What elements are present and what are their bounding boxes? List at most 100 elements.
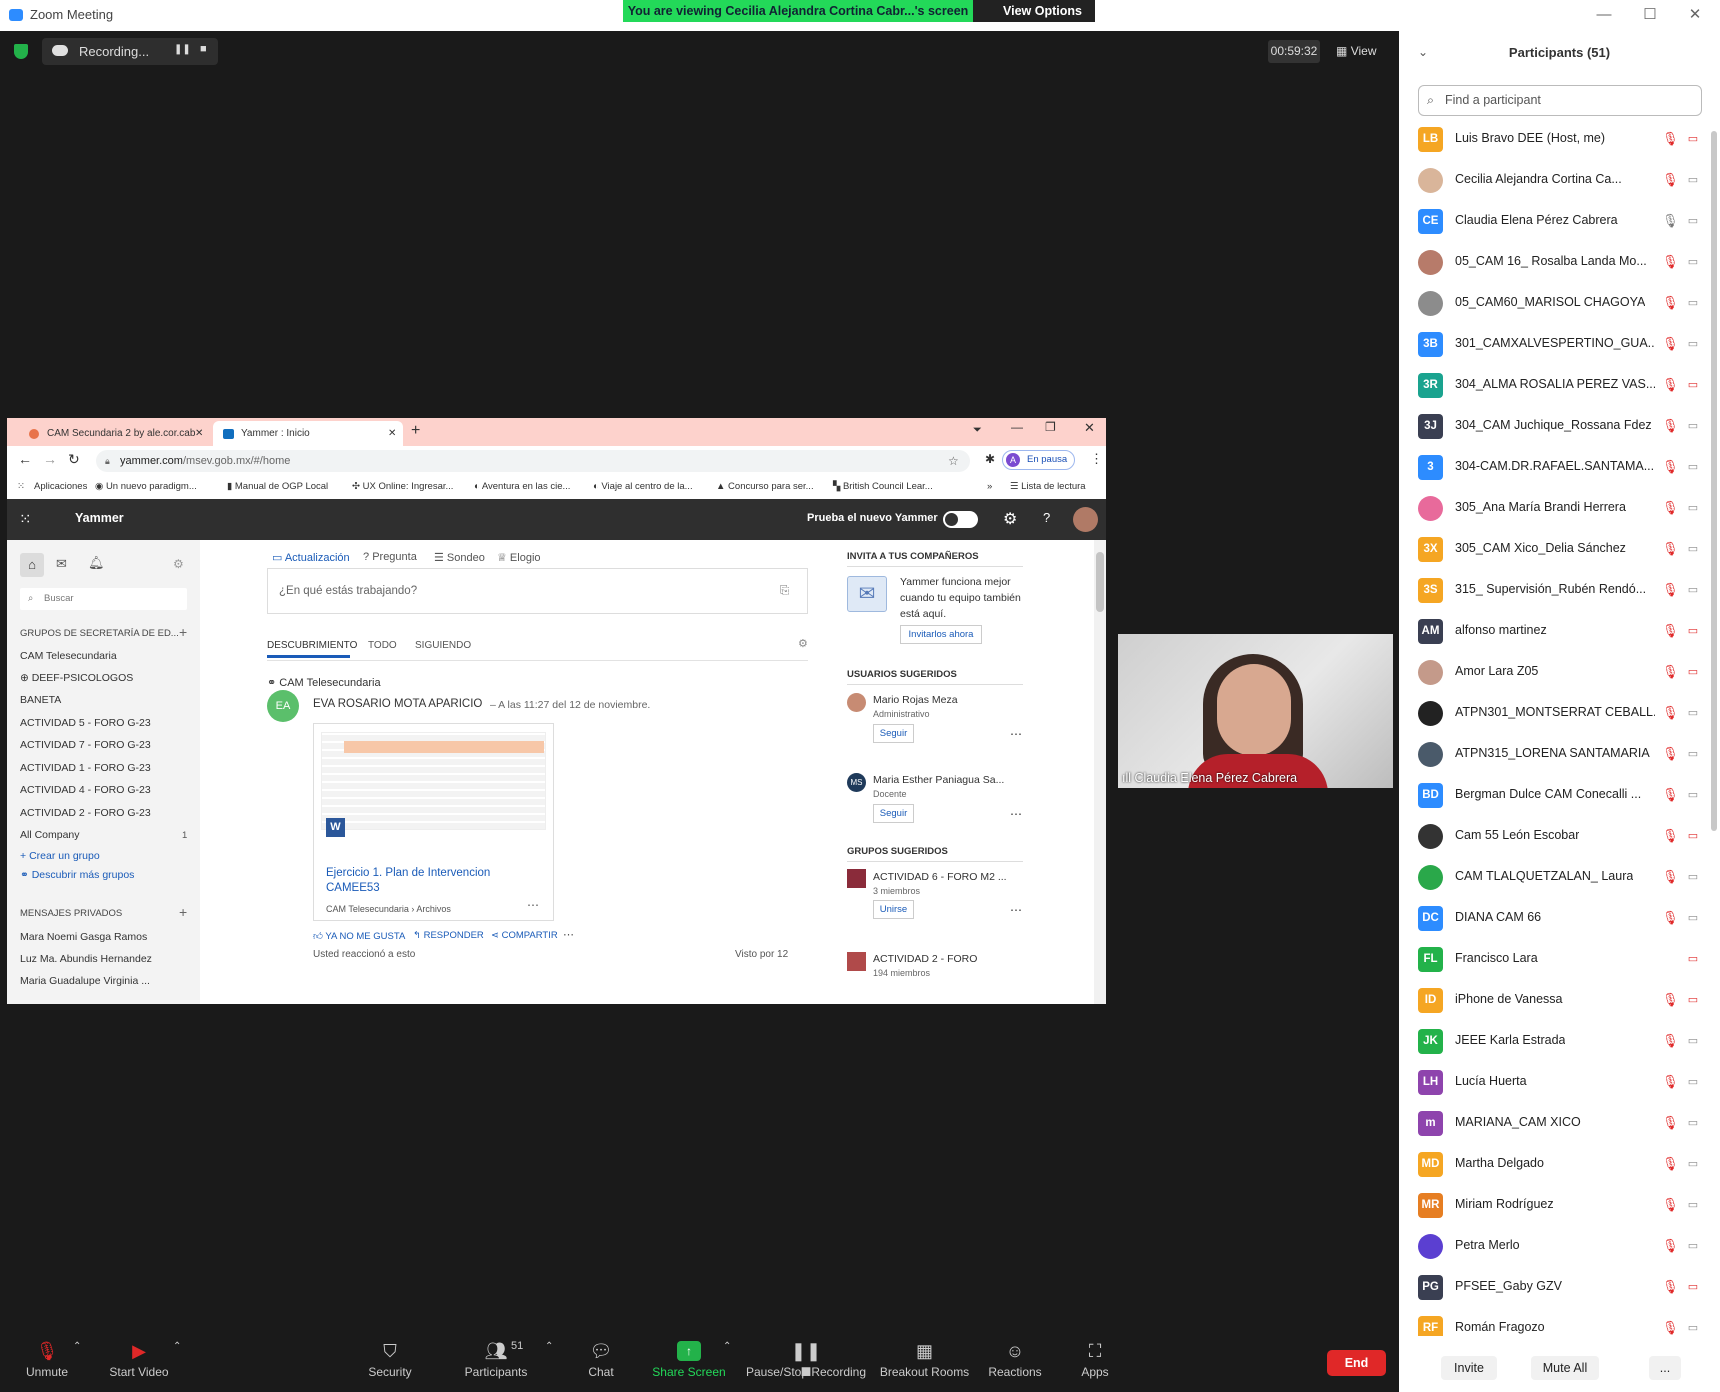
video-icon[interactable]: ▭ [1684, 419, 1702, 433]
participant-row[interactable]: BD Bergman Dulce CAM Conecalli ... 🎙︎ ▭ [1399, 775, 1720, 816]
group-item[interactable]: BANETA [20, 694, 61, 706]
pause-recording-button[interactable]: ❚❚ [174, 44, 191, 55]
minimize-button[interactable]: — [1592, 3, 1616, 27]
audio-options-chevron-icon[interactable]: ⌃ [73, 1341, 81, 1352]
group-item[interactable]: CAM Telesecundaria [20, 650, 117, 662]
settings-gear-icon[interactable]: ⚙ [1003, 509, 1017, 529]
video-icon[interactable]: ▭ [1684, 747, 1702, 761]
muted-microphone-icon[interactable]: 🎙︎ [1662, 295, 1679, 311]
close-button[interactable]: ✕ [1683, 3, 1707, 27]
muted-microphone-icon[interactable]: 🎙︎ [1662, 131, 1679, 147]
video-off-icon[interactable]: ▭ [1684, 1280, 1702, 1294]
url-input[interactable]: 🔒︎ yammer.com/msev.gob.mx/#/home ☆ [96, 450, 970, 472]
muted-microphone-icon[interactable]: 🎙︎ [1662, 746, 1679, 762]
video-options-chevron-icon[interactable]: ⌃ [173, 1341, 181, 1352]
participant-row[interactable]: ATPN315_LORENA SANTAMARIA 🎙︎ ▭ [1399, 734, 1720, 775]
suggested-group-name[interactable]: ACTIVIDAD 2 - FORO [873, 953, 977, 965]
video-icon[interactable]: ▭ [1684, 1321, 1702, 1335]
security-button[interactable]: ⛉ Security [345, 1331, 435, 1392]
group-item[interactable]: ⊕ DEEF-PSICOLOGOS [20, 672, 133, 684]
bookmark[interactable]: ◐ Viaje al centro de la... [593, 481, 693, 492]
post-type-update[interactable]: ▭ Actualización [272, 551, 350, 564]
profile-paused-button[interactable]: A En pausa [1002, 450, 1075, 470]
muted-microphone-icon[interactable]: 🎙︎ [1662, 1320, 1679, 1336]
video-icon[interactable]: ▭ [1684, 1116, 1702, 1130]
document-title[interactable]: Ejercicio 1. Plan de Intervencion CAMEE5… [326, 866, 516, 896]
group-item[interactable]: ACTIVIDAD 5 - FORO G-23 [20, 717, 151, 729]
participant-row[interactable]: LH Lucía Huerta 🎙︎ ▭ [1399, 1062, 1720, 1103]
apps-button[interactable]: ⛶ Apps [1050, 1331, 1140, 1392]
post-more-icon[interactable]: ⋯ [563, 928, 574, 941]
participant-row[interactable]: CAM TLALQUETZALAN_ Laura 🎙︎ ▭ [1399, 857, 1720, 898]
private-message-item[interactable]: Luz Ma. Abundis Hernandez [20, 953, 152, 965]
attach-icon[interactable]: ⎘ [780, 569, 789, 613]
muted-microphone-icon[interactable]: 🎙︎ [1662, 254, 1679, 270]
participant-row[interactable]: PG PFSEE_Gaby GZV 🎙︎ ▭ [1399, 1267, 1720, 1308]
video-off-icon[interactable]: ▭ [1684, 829, 1702, 843]
participant-row[interactable]: Cecilia Alejandra Cortina Ca... 🎙︎ ▭ [1399, 160, 1720, 201]
muted-microphone-icon[interactable]: 🎙︎ [1662, 828, 1679, 844]
video-off-icon[interactable]: ▭ [1684, 132, 1702, 146]
document-card[interactable]: W Ejercicio 1. Plan de Intervencion CAME… [313, 723, 554, 921]
video-icon[interactable]: ▭ [1684, 296, 1702, 310]
scrollbar[interactable] [1094, 540, 1106, 1004]
muted-microphone-icon[interactable]: 🎙︎ [1662, 623, 1679, 639]
browser-tab[interactable]: CAM Secundaria 2 by ale.cor.cab ✕ [19, 421, 209, 446]
yammer-search-input[interactable]: ⌕ Buscar [20, 588, 187, 610]
more-bookmarks-icon[interactable]: » [987, 481, 992, 492]
browser-close-button[interactable]: ✕ [1084, 420, 1095, 436]
unlike-button[interactable]: 👍︎ YA NO ME GUSTA [313, 930, 405, 942]
user-more-icon[interactable]: ⋯ [1010, 727, 1022, 741]
no-audio-icon[interactable] [1662, 951, 1676, 967]
participant-row[interactable]: 305_Ana María Brandi Herrera 🎙︎ ▭ [1399, 488, 1720, 529]
post-type-praise[interactable]: ♕ Elogio [497, 551, 541, 564]
participant-row[interactable]: AM alfonso martinez 🎙︎ ▭ [1399, 611, 1720, 652]
group-item[interactable]: ACTIVIDAD 1 - FORO G-23 [20, 762, 151, 774]
seen-count[interactable]: Visto por 12 [735, 949, 788, 960]
video-icon[interactable]: ▭ [1684, 337, 1702, 351]
video-icon[interactable]: ▭ [1684, 1075, 1702, 1089]
participant-row[interactable]: 3J 304_CAM Juchique_Rossana Fdez 🎙︎ ▭ [1399, 406, 1720, 447]
video-icon[interactable]: ▭ [1684, 788, 1702, 802]
feed-tab-discovery[interactable]: DESCUBRIMIENTO [267, 640, 357, 651]
extensions-icon[interactable]: ✱ [985, 452, 995, 466]
maximize-button[interactable]: ☐ [1638, 3, 1662, 27]
bookmark[interactable]: ✣ UX Online: Ingresar... [352, 481, 453, 492]
join-button[interactable]: Unirse [873, 900, 914, 919]
invite-now-button[interactable]: Invitarlos ahora [900, 625, 982, 644]
participant-row[interactable]: LB Luis Bravo DEE (Host, me) 🎙︎ ▭ [1399, 119, 1720, 160]
tab-close-icon[interactable]: ✕ [388, 421, 396, 446]
group-item[interactable]: ACTIVIDAD 7 - FORO G-23 [20, 739, 151, 751]
group-item[interactable]: All Company [20, 829, 80, 841]
video-off-icon[interactable]: ▭ [1684, 624, 1702, 638]
video-icon[interactable]: ▭ [1684, 583, 1702, 597]
video-icon[interactable]: ▭ [1684, 173, 1702, 187]
participant-row[interactable]: 3 304-CAM.DR.RAFAEL.SANTAMA... 🎙︎ ▭ [1399, 447, 1720, 488]
suggested-group-name[interactable]: ACTIVIDAD 6 - FORO M2 ... [873, 871, 1007, 883]
participant-row[interactable]: 05_CAM 16_ Rosalba Landa Mo... 🎙︎ ▭ [1399, 242, 1720, 283]
share-button[interactable]: ⋖ COMPARTIR [491, 930, 558, 941]
muted-microphone-icon[interactable]: 🎙︎ [1662, 1238, 1679, 1254]
star-icon[interactable]: ☆ [948, 450, 959, 472]
video-icon[interactable]: ▭ [1684, 1034, 1702, 1048]
muted-microphone-icon[interactable]: 🎙︎ [1662, 377, 1679, 393]
suggested-user-avatar[interactable]: MS [847, 773, 866, 792]
suggested-group-avatar[interactable] [847, 869, 866, 888]
more-options-button[interactable]: ... [1649, 1356, 1681, 1380]
document-more-icon[interactable]: ⋯ [527, 898, 539, 912]
post-type-poll[interactable]: ☰ Sondeo [434, 551, 485, 564]
browser-menu-icon[interactable]: ⋮ [1090, 451, 1103, 467]
participant-row[interactable]: Amor Lara Z05 🎙︎ ▭ [1399, 652, 1720, 693]
invite-button[interactable]: Invite [1441, 1356, 1497, 1380]
muted-microphone-icon[interactable]: 🎙︎ [1662, 705, 1679, 721]
create-group-link[interactable]: + Crear un grupo [20, 850, 100, 862]
group-item[interactable]: ACTIVIDAD 4 - FORO G-23 [20, 784, 151, 796]
participant-row[interactable]: DC DIANA CAM 66 🎙︎ ▭ [1399, 898, 1720, 939]
video-icon[interactable]: ▭ [1684, 255, 1702, 269]
suggested-group-avatar[interactable] [847, 952, 866, 971]
browser-minimize-button[interactable]: — [1011, 420, 1023, 434]
feed-settings-icon[interactable]: ⚙ [798, 637, 808, 650]
bookmark[interactable]: ▚ British Council Lear... [833, 481, 933, 492]
help-icon[interactable]: ? [1043, 510, 1050, 525]
participant-row[interactable]: RF Román Fragozo 🎙︎ ▭ [1399, 1308, 1720, 1336]
